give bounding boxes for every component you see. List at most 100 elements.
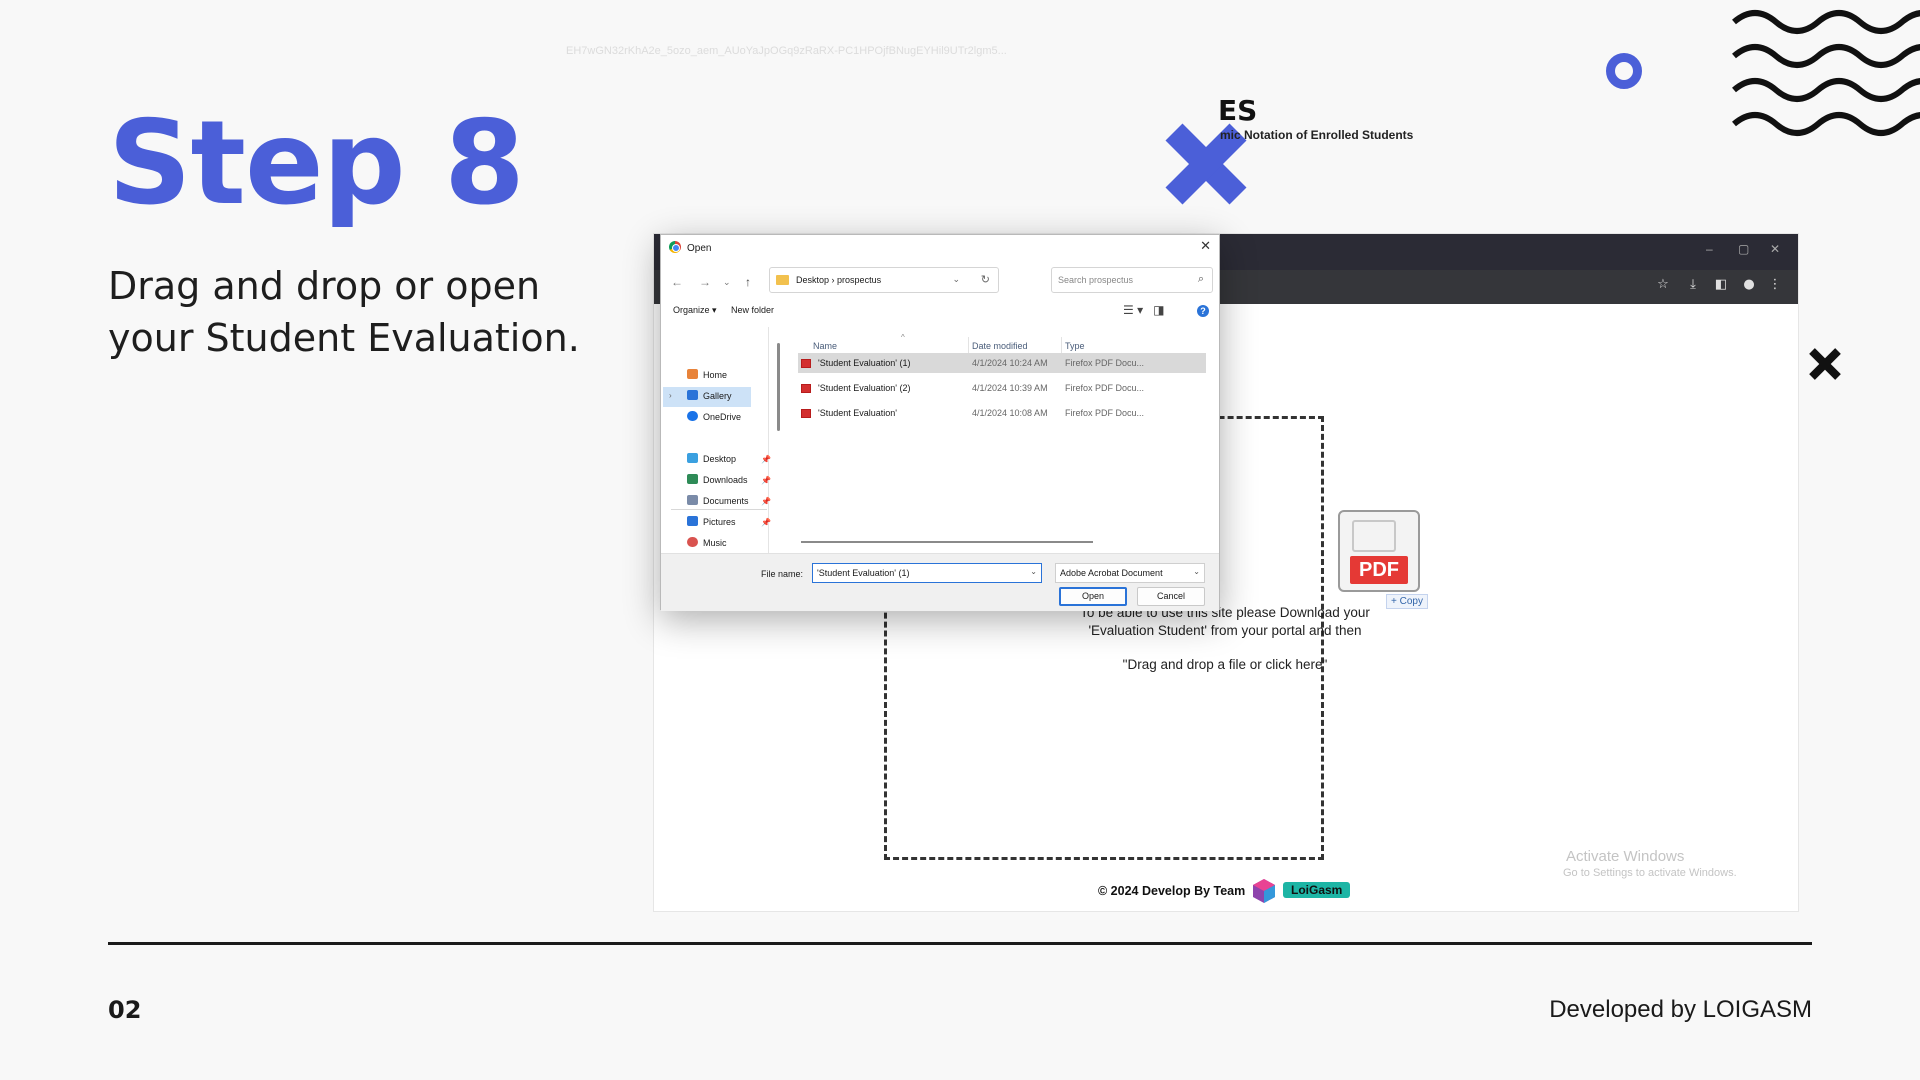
column-header-date[interactable]: Date modified [972, 341, 1028, 351]
profile-icon[interactable]: ● [1740, 276, 1758, 294]
sidepanel-icon[interactable]: ◧ [1712, 276, 1730, 294]
nav-scrollbar[interactable] [777, 343, 780, 431]
sidebar-item-home[interactable]: Home [687, 369, 727, 380]
breadcrumb: Desktop › prospectus [796, 275, 881, 285]
activation-watermark-sub: Go to Settings to activate Windows. [1563, 867, 1737, 879]
nav-separator [671, 509, 767, 510]
url-text[interactable]: EH7wGN32rKhA2e_5ozo_aem_AUoYaJpOGq9zRaRX… [566, 45, 1007, 57]
home-icon [687, 369, 698, 379]
team-logo-icon [1253, 879, 1275, 903]
file-date: 4/1/2024 10:24 AM [972, 358, 1048, 368]
organize-button[interactable]: Organize ▾ [673, 305, 717, 316]
pin-icon: 📌 [761, 455, 771, 464]
refresh-icon[interactable]: ↻ [981, 273, 990, 286]
credit-text: Developed by LOIGASM [1549, 996, 1812, 1023]
close-window-icon[interactable]: ✕ [1770, 242, 1780, 256]
pin-icon: 📌 [761, 476, 771, 485]
pin-icon: 📌 [761, 518, 771, 527]
file-type-select[interactable]: Adobe Acrobat Document ⌄ [1055, 563, 1205, 583]
sidebar-item-gallery[interactable]: Gallery [687, 390, 732, 401]
horizontal-scrollbar[interactable] [801, 541, 1093, 543]
step-title: Step 8 [108, 96, 525, 231]
download-icon[interactable]: ⤓ [1684, 276, 1702, 294]
open-file-dialog: Open ✕ ← → ⌄ ↑ Desktop › prospectus ⌄ ↻ … [660, 234, 1220, 611]
documents-icon [687, 495, 698, 505]
sort-up-icon: ^ [901, 333, 905, 342]
expand-chevron-icon[interactable]: › [669, 391, 672, 400]
star-icon[interactable]: ☆ [1654, 276, 1672, 294]
document-icon [1352, 520, 1396, 552]
sidebar-item-desktop[interactable]: Desktop [687, 453, 736, 464]
sidebar-item-downloads[interactable]: Downloads [687, 474, 748, 485]
file-type-value: Adobe Acrobat Document [1060, 568, 1163, 578]
file-date: 4/1/2024 10:08 AM [972, 408, 1048, 418]
ring-decoration-icon [1606, 53, 1642, 89]
cloud-icon [687, 411, 698, 421]
chevron-down-icon[interactable]: ⌄ [952, 274, 960, 285]
help-icon[interactable]: ? [1197, 305, 1209, 317]
file-row[interactable]: 'Student Evaluation' (2) 4/1/2024 10:39 … [798, 378, 1206, 398]
dialog-title: Open [687, 243, 712, 254]
maximize-icon[interactable]: ▢ [1738, 242, 1749, 256]
sidebar-item-label: Pictures [703, 517, 736, 527]
view-options-icon[interactable]: ☰ ▾ ◨ [1123, 303, 1164, 317]
file-name-input[interactable]: 'Student Evaluation' (1) ⌄ [812, 563, 1042, 583]
sidebar-item-pictures[interactable]: Pictures [687, 516, 736, 527]
page-subheading: mic Notation of Enrolled Students [1220, 128, 1414, 142]
sidebar-item-documents[interactable]: Documents [687, 495, 749, 506]
breadcrumb-prospectus[interactable]: prospectus [837, 275, 881, 285]
pdf-badge: PDF [1350, 556, 1408, 584]
open-button[interactable]: Open [1059, 587, 1127, 606]
chevron-down-icon[interactable]: ⌄ [1030, 567, 1037, 576]
back-arrow-icon[interactable]: ← [671, 275, 683, 289]
pdf-icon [801, 359, 811, 368]
column-divider[interactable] [1061, 337, 1062, 353]
gallery-icon [687, 390, 698, 400]
new-folder-button[interactable]: New folder [731, 305, 774, 315]
sidebar-item-label: Desktop [703, 454, 737, 464]
activation-watermark-title: Activate Windows [1566, 848, 1685, 865]
file-type: Firefox PDF Docu... [1065, 383, 1145, 393]
file-name-label: File name: [761, 569, 804, 579]
chrome-icon [669, 241, 681, 253]
breadcrumb-desktop[interactable]: Desktop [796, 275, 829, 285]
sidebar-item-label: Documents [703, 496, 749, 506]
address-bar[interactable]: Desktop › prospectus ⌄ ↻ [769, 267, 999, 293]
forward-arrow-icon[interactable]: → [699, 275, 711, 289]
music-icon [687, 537, 698, 547]
sidebar-item-music[interactable]: Music [687, 537, 727, 547]
search-input[interactable]: Search prospectus ⌕ [1051, 267, 1213, 293]
sidebar-item-onedrive[interactable]: OneDrive [687, 411, 741, 422]
team-badge: LoiGasm [1283, 882, 1351, 898]
cancel-button[interactable]: Cancel [1137, 587, 1205, 606]
file-name: 'Student Evaluation' (2) [818, 383, 911, 393]
navigation-pane: › [661, 327, 769, 563]
sidebar-item-label: Music [703, 538, 727, 547]
recent-chevron-icon[interactable]: ⌄ [723, 277, 731, 288]
close-icon[interactable]: ✕ [1200, 238, 1211, 254]
download-icon [687, 474, 698, 484]
file-name: 'Student Evaluation' (1) [818, 358, 911, 368]
column-header-name[interactable]: Name [813, 341, 837, 351]
site-footer-text: © 2024 Develop By Team [1098, 884, 1246, 898]
chevron-down-icon[interactable]: ⌄ [1193, 567, 1200, 576]
file-row[interactable]: 'Student Evaluation' (1) 4/1/2024 10:24 … [798, 353, 1206, 373]
more-icon[interactable]: ⋮ [1766, 276, 1784, 294]
up-arrow-icon[interactable]: ↑ [745, 275, 751, 289]
column-header-type[interactable]: Type [1065, 341, 1085, 351]
file-date: 4/1/2024 10:39 AM [972, 383, 1048, 393]
folder-icon [776, 275, 789, 285]
pdf-icon [801, 409, 811, 418]
minimize-icon[interactable]: – [1706, 242, 1713, 256]
column-divider[interactable] [968, 337, 969, 353]
file-row[interactable]: 'Student Evaluation' 4/1/2024 10:08 AM F… [798, 403, 1206, 423]
dialog-footer: File name: 'Student Evaluation' (1) ⌄ Ad… [661, 553, 1219, 611]
step-description: Drag and drop or open your Student Evalu… [108, 264, 580, 360]
drag-drop-text[interactable]: "Drag and drop a file or click here" [1060, 657, 1390, 672]
page-number: 02 [108, 996, 142, 1024]
file-name: 'Student Evaluation' [818, 408, 897, 418]
pin-icon: 📌 [761, 497, 771, 506]
file-type: Firefox PDF Docu... [1065, 408, 1145, 418]
file-name-value: 'Student Evaluation' (1) [817, 568, 910, 578]
sidebar-item-label: Gallery [703, 391, 732, 401]
